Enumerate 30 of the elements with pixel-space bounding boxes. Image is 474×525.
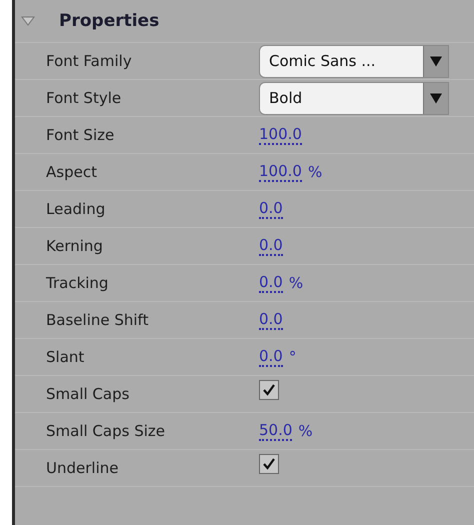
- property-label: Small Caps: [45, 385, 130, 403]
- number-value[interactable]: 100.0: [259, 126, 302, 144]
- checkbox[interactable]: [259, 380, 279, 400]
- number-value[interactable]: 50.0: [259, 422, 292, 440]
- panel-title: Properties: [59, 11, 160, 31]
- property-label: Underline: [45, 459, 120, 477]
- unit-label: %: [308, 163, 322, 181]
- property-label: Slant: [45, 348, 86, 366]
- dropdown[interactable]: Comic Sans ...: [259, 44, 449, 78]
- property-label: Baseline Shift: [45, 311, 150, 329]
- number-value[interactable]: 0.0: [259, 274, 283, 292]
- property-label: Font Family: [45, 52, 133, 70]
- property-label: Leading: [45, 200, 106, 218]
- number-value[interactable]: 0.0: [259, 236, 283, 256]
- dropdown[interactable]: Bold: [259, 82, 449, 114]
- property-label: Font Size: [45, 126, 116, 144]
- number-value[interactable]: 0.0: [259, 310, 283, 330]
- number-value[interactable]: 0.0: [259, 200, 283, 218]
- property-label: Tracking: [45, 274, 110, 292]
- number-value[interactable]: 0.0: [259, 348, 283, 366]
- property-label: Aspect: [45, 163, 98, 181]
- collapse-triangle-icon[interactable]: [21, 16, 35, 26]
- number-value[interactable]: 100.0: [259, 162, 302, 182]
- unit-label: %: [288, 274, 304, 292]
- checkbox[interactable]: [259, 454, 279, 474]
- property-label: Kerning: [45, 237, 104, 255]
- property-label: Small Caps Size: [45, 422, 166, 440]
- unit-label: %: [298, 422, 313, 440]
- property-label: Font Style: [45, 89, 122, 107]
- unit-label: °: [288, 348, 296, 366]
